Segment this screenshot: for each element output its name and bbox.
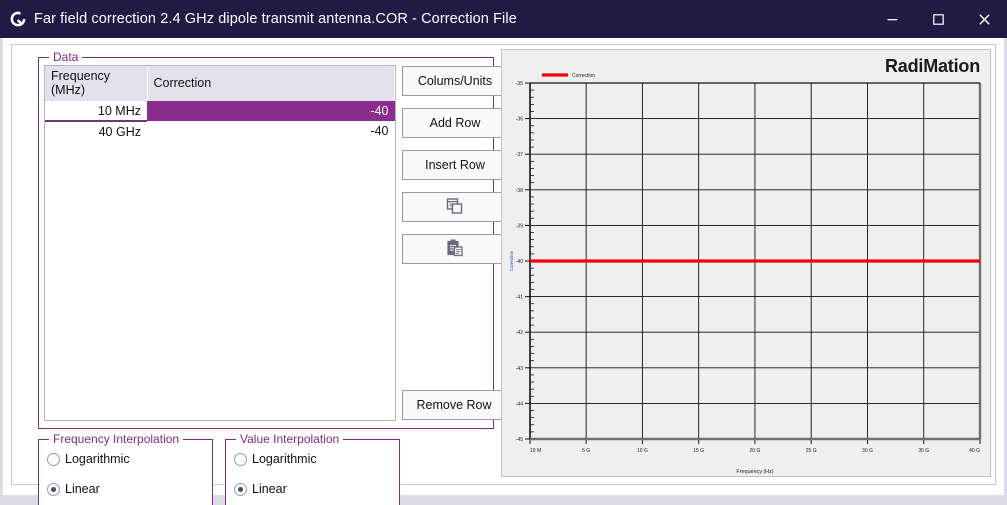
paste-icon bbox=[445, 238, 465, 261]
x-tick-label: 25 G bbox=[806, 448, 817, 454]
data-table: Frequency (MHz) Correction 10 MHz -40 40… bbox=[45, 66, 395, 141]
x-tick-label: 15 G bbox=[693, 448, 704, 454]
window-controls bbox=[869, 0, 1007, 38]
radimation-q-icon bbox=[8, 9, 28, 29]
y-tick-label: -35 bbox=[516, 81, 523, 87]
y-tick-label: -38 bbox=[516, 188, 523, 194]
y-tick-label: -36 bbox=[516, 117, 523, 123]
radio-icon bbox=[47, 482, 60, 496]
maximize-button[interactable] bbox=[915, 0, 961, 38]
data-group-legend: Data bbox=[49, 50, 83, 64]
x-tick-label: 20 G bbox=[750, 448, 761, 454]
copy-icon bbox=[445, 196, 465, 219]
column-header-frequency[interactable]: Frequency (MHz) bbox=[45, 66, 148, 101]
y-tick-label: -44 bbox=[516, 401, 523, 407]
value-interpolation-logarithmic[interactable]: Logarithmic bbox=[226, 448, 399, 470]
remove-row-button[interactable]: Remove Row bbox=[402, 390, 506, 420]
column-header-correction[interactable]: Correction bbox=[147, 66, 395, 101]
insert-row-button[interactable]: Insert Row bbox=[402, 150, 508, 180]
paste-button[interactable] bbox=[402, 234, 508, 264]
x-tick-label: 30 G bbox=[862, 448, 873, 454]
x-tick-label: 40 G bbox=[969, 448, 980, 454]
cell-frequency[interactable]: 10 MHz bbox=[45, 101, 147, 122]
left-column: Data Frequency (MHz) Correction 10 MHz -… bbox=[12, 45, 508, 505]
radio-icon bbox=[47, 452, 60, 466]
value-interpolation-group: Value Interpolation Logarithmic Linear bbox=[225, 432, 400, 505]
option-label: Logarithmic bbox=[252, 452, 317, 466]
table-header: Frequency (MHz) Correction bbox=[45, 66, 395, 101]
legend-label-correction: Correction bbox=[572, 73, 595, 79]
data-table-container[interactable]: Frequency (MHz) Correction 10 MHz -40 40… bbox=[44, 65, 396, 421]
frequency-interpolation-linear[interactable]: Linear bbox=[39, 478, 212, 500]
minimize-button[interactable] bbox=[869, 0, 915, 38]
x-tick-label: 5 G bbox=[582, 448, 590, 454]
correction-file-window: Far field correction 2.4 GHz dipole tran… bbox=[0, 0, 1007, 505]
cell-frequency[interactable]: 40 GHz bbox=[45, 121, 147, 141]
cell-correction[interactable]: -40 bbox=[147, 101, 395, 121]
y-axis-title: Correction bbox=[509, 250, 514, 271]
option-label: Linear bbox=[65, 482, 100, 496]
window-title: Far field correction 2.4 GHz dipole tran… bbox=[34, 11, 517, 27]
x-tick-label: 10 M bbox=[530, 448, 541, 454]
x-axis-title: Frequency (Hz) bbox=[736, 469, 773, 475]
row-action-buttons: Colums/Units Add Row Insert Row bbox=[402, 66, 508, 264]
value-interpolation-legend: Value Interpolation bbox=[236, 432, 344, 446]
y-tick-label: -45 bbox=[516, 437, 523, 443]
y-tick-label: -39 bbox=[516, 223, 523, 229]
table-header-row: Frequency (MHz) Correction bbox=[45, 66, 395, 101]
value-interpolation-linear[interactable]: Linear bbox=[226, 478, 399, 500]
radimation-brand-label: RadiMation bbox=[885, 56, 980, 76]
y-tick-label: -41 bbox=[516, 295, 523, 301]
table-body: 10 MHz -40 40 GHz -40 bbox=[45, 101, 395, 141]
option-label: Linear bbox=[252, 482, 287, 496]
chart-canvas: -35 -36 -37 -38 -39 -40 -41 -42 -43 -44 -45 10 M 5 G… bbox=[509, 73, 982, 475]
dialog-panel: Data Frequency (MHz) Correction 10 MHz -… bbox=[11, 44, 996, 505]
x-tick-label: 35 G bbox=[918, 448, 929, 454]
cell-correction[interactable]: -40 bbox=[147, 121, 395, 141]
title-bar: Far field correction 2.4 GHz dipole tran… bbox=[0, 0, 1007, 38]
y-tick-label: -40 bbox=[516, 259, 523, 265]
data-group: Data Frequency (MHz) Correction 10 MHz -… bbox=[38, 50, 508, 429]
table-row[interactable]: 40 GHz -40 bbox=[45, 121, 395, 141]
x-tick-label: 10 G bbox=[637, 448, 648, 454]
correction-chart[interactable]: RadiMation -35 -36 -37 -38 -39 -40 -41 -42 -43 -4… bbox=[501, 49, 991, 477]
columns-units-button[interactable]: Colums/Units bbox=[402, 66, 508, 96]
copy-button[interactable] bbox=[402, 192, 508, 222]
y-tick-label: -42 bbox=[516, 330, 523, 336]
close-button[interactable] bbox=[961, 0, 1007, 38]
option-label: Logarithmic bbox=[65, 452, 130, 466]
y-tick-label: -37 bbox=[516, 152, 523, 158]
interpolation-groups: Frequency Interpolation Logarithmic Line… bbox=[38, 432, 400, 505]
frequency-interpolation-logarithmic[interactable]: Logarithmic bbox=[39, 448, 212, 470]
y-tick-label: -43 bbox=[516, 366, 523, 372]
add-row-button[interactable]: Add Row bbox=[402, 108, 508, 138]
right-column: RadiMation -35 -36 -37 -38 -39 -40 -41 -42 -43 -4… bbox=[499, 45, 995, 484]
radio-icon bbox=[234, 482, 247, 496]
client-area: Data Frequency (MHz) Correction 10 MHz -… bbox=[0, 38, 1007, 505]
radio-icon bbox=[234, 452, 247, 466]
frequency-interpolation-legend: Frequency Interpolation bbox=[49, 432, 184, 446]
frequency-interpolation-group: Frequency Interpolation Logarithmic Line… bbox=[38, 432, 213, 505]
table-row[interactable]: 10 MHz -40 bbox=[45, 101, 395, 122]
